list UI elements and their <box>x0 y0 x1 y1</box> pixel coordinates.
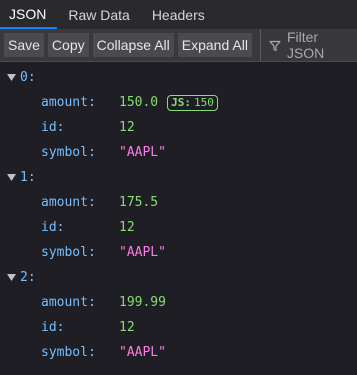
badge-label: JS: <box>171 96 192 109</box>
tab-raw-data[interactable]: Raw Data <box>57 0 140 29</box>
tree-row-field[interactable]: amount: 199.99 <box>0 290 357 315</box>
tree-row-index[interactable]: 0: <box>0 65 357 90</box>
tree-row-field[interactable]: symbol: "AAPL" <box>0 340 357 365</box>
field-value: "AAPL" <box>119 245 166 260</box>
field-value: "AAPL" <box>119 345 166 360</box>
field-key: id: <box>41 320 65 335</box>
tree-row-field[interactable]: id: 12 <box>0 215 357 240</box>
tree-row-index[interactable]: 2: <box>0 265 357 290</box>
filter-placeholder: Filter JSON <box>286 29 325 61</box>
field-value: 12 <box>119 320 135 335</box>
collapse-all-button[interactable]: Collapse All <box>92 33 174 57</box>
tab-headers[interactable]: Headers <box>141 0 216 29</box>
tree-row-field[interactable]: id: 12 <box>0 315 357 340</box>
chevron-down-icon[interactable] <box>6 274 16 281</box>
badge-value: 150 <box>194 96 214 109</box>
field-key: symbol: <box>41 145 96 160</box>
chevron-down-icon[interactable] <box>6 174 16 181</box>
tree-row-field[interactable]: symbol: "AAPL" <box>0 140 357 165</box>
field-value: 150.0 <box>119 95 159 110</box>
field-key: id: <box>41 220 65 235</box>
filter-icon <box>269 39 281 52</box>
field-key: amount: <box>41 95 96 110</box>
field-key: symbol: <box>41 345 96 360</box>
toolbar: Save Copy Collapse All Expand All Filter… <box>0 29 357 62</box>
field-value: 199.99 <box>119 295 166 310</box>
copy-button[interactable]: Copy <box>47 33 89 57</box>
array-index: 2: <box>20 270 36 285</box>
field-key: amount: <box>41 295 96 310</box>
filter-json-input[interactable]: Filter JSON <box>259 29 357 61</box>
tree-row-field[interactable]: amount: 150.0 JS: 150 <box>0 90 357 115</box>
json-tree: 0: amount: 150.0 JS: 150 id: 12 symbol: "AAPL" 1:… <box>0 62 357 365</box>
field-value: 12 <box>119 220 135 235</box>
tree-row-field[interactable]: id: 12 <box>0 115 357 140</box>
array-index: 0: <box>20 70 36 85</box>
tree-row-field[interactable]: amount: 175.5 <box>0 190 357 215</box>
js-value-badge: JS: 150 <box>167 94 218 111</box>
field-key: symbol: <box>41 245 96 260</box>
tree-row-index[interactable]: 1: <box>0 165 357 190</box>
tab-json[interactable]: JSON <box>0 0 58 29</box>
chevron-down-icon[interactable] <box>6 74 16 81</box>
save-button[interactable]: Save <box>4 33 44 57</box>
field-value: "AAPL" <box>119 145 166 160</box>
field-value: 12 <box>119 120 135 135</box>
expand-all-button[interactable]: Expand All <box>177 33 252 57</box>
field-key: id: <box>41 120 65 135</box>
field-value: 175.5 <box>119 195 159 210</box>
array-index: 1: <box>20 170 36 185</box>
tab-bar: JSON Raw Data Headers <box>0 0 357 29</box>
field-key: amount: <box>41 195 96 210</box>
tree-row-field[interactable]: symbol: "AAPL" <box>0 240 357 265</box>
